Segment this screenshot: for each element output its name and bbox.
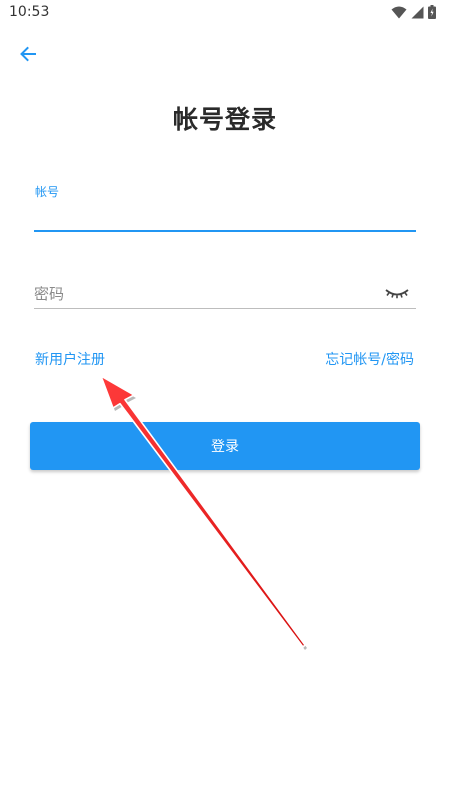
register-link[interactable]: 新用户注册 (35, 349, 105, 369)
back-button[interactable] (14, 40, 42, 68)
password-input[interactable] (34, 280, 374, 308)
status-bar: 10:53 (0, 0, 450, 26)
account-underline (34, 230, 416, 232)
login-button[interactable]: 登录 (30, 422, 420, 470)
account-input[interactable] (34, 200, 416, 228)
forgot-account-password-link[interactable]: 忘记帐号/密码 (325, 349, 414, 369)
wifi-icon (391, 6, 407, 18)
account-label: 帐号 (35, 185, 60, 199)
status-icons (391, 5, 436, 19)
eye-closed-icon (385, 289, 409, 299)
battery-icon (428, 5, 436, 19)
password-underline (34, 308, 416, 309)
signal-icon (411, 6, 424, 18)
password-visibility-toggle[interactable] (383, 284, 411, 304)
status-time: 10:53 (9, 4, 50, 20)
page-title: 帐号登录 (172, 105, 277, 134)
arrow-left-icon (20, 46, 36, 62)
